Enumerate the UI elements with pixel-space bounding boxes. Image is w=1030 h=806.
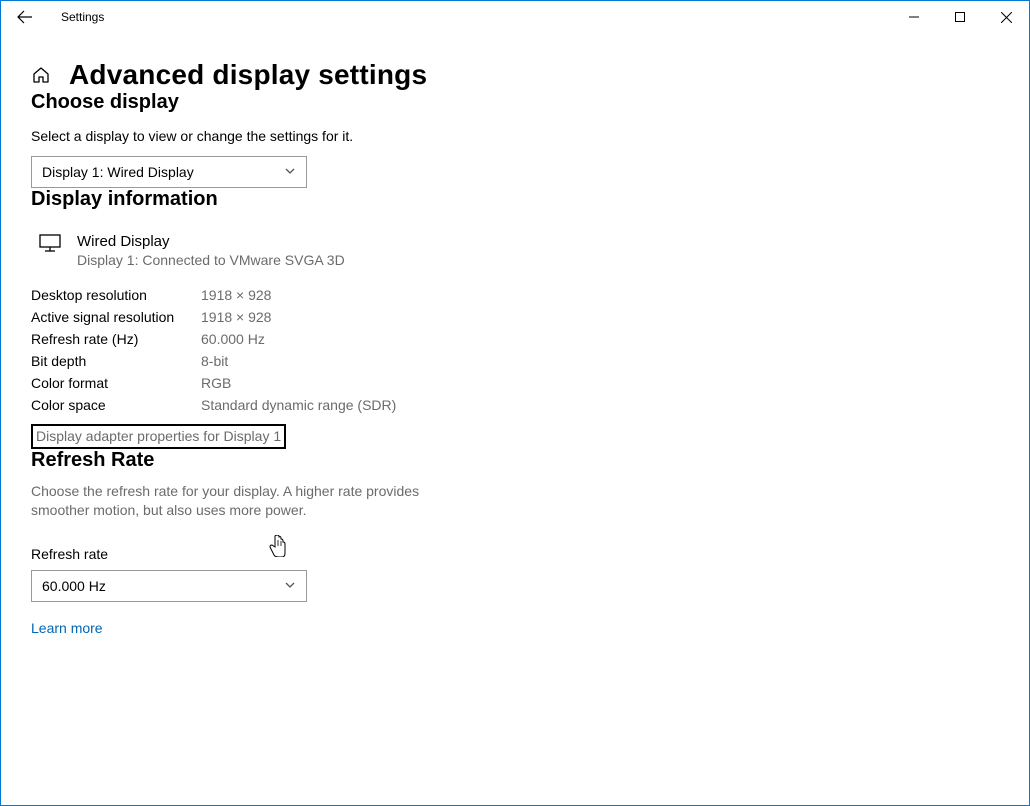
info-row: Color formatRGB [31,372,396,394]
info-label: Refresh rate (Hz) [31,328,201,350]
settings-window: Settings [0,0,1030,806]
minimize-icon [909,12,919,22]
refresh-rate-value: 60.000 Hz [42,578,106,594]
chevron-down-icon [284,164,296,180]
minimize-button[interactable] [891,1,937,33]
refresh-rate-label: Refresh rate [31,546,999,562]
page-title: Advanced display settings [69,59,427,91]
choose-display-subtext: Select a display to view or change the s… [31,128,999,144]
info-row: Desktop resolution1918 × 928 [31,284,396,306]
display-summary: Wired Display Display 1: Connected to VM… [39,233,999,268]
display-connection: Display 1: Connected to VMware SVGA 3D [77,252,345,268]
home-icon[interactable] [31,65,51,85]
close-button[interactable] [983,1,1029,33]
display-name: Wired Display [77,233,345,250]
refresh-rate-dropdown[interactable]: 60.000 Hz [31,570,307,602]
monitor-icon [39,233,61,253]
display-select-value: Display 1: Wired Display [42,164,194,180]
info-label: Color space [31,394,201,416]
arrow-left-icon [17,9,33,25]
info-value: RGB [201,372,396,394]
choose-display-heading: Choose display [31,91,999,114]
info-row: Color spaceStandard dynamic range (SDR) [31,394,396,416]
info-value: 8-bit [201,350,396,372]
display-info-table: Desktop resolution1918 × 928Active signa… [31,284,396,416]
refresh-rate-heading: Refresh Rate [31,449,999,472]
close-icon [1001,12,1012,23]
learn-more-link[interactable]: Learn more [31,620,103,636]
display-select-dropdown[interactable]: Display 1: Wired Display [31,156,307,188]
info-row: Refresh rate (Hz)60.000 Hz [31,328,396,350]
info-label: Active signal resolution [31,306,201,328]
refresh-rate-description: Choose the refresh rate for your display… [31,482,431,520]
back-button[interactable] [9,1,41,33]
content-area: Advanced display settings Choose display… [1,33,1029,638]
titlebar: Settings [1,1,1029,33]
display-adapter-properties-link[interactable]: Display adapter properties for Display 1 [31,424,286,449]
info-row: Bit depth8-bit [31,350,396,372]
page-header: Advanced display settings [31,59,999,91]
info-value: 1918 × 928 [201,284,396,306]
info-label: Desktop resolution [31,284,201,306]
window-title: Settings [61,10,104,24]
maximize-icon [955,12,965,22]
info-value: 60.000 Hz [201,328,396,350]
chevron-down-icon [284,578,296,594]
info-value: Standard dynamic range (SDR) [201,394,396,416]
display-information-heading: Display information [31,188,999,211]
info-label: Color format [31,372,201,394]
window-controls [891,1,1029,33]
info-row: Active signal resolution1918 × 928 [31,306,396,328]
info-value: 1918 × 928 [201,306,396,328]
maximize-button[interactable] [937,1,983,33]
info-label: Bit depth [31,350,201,372]
